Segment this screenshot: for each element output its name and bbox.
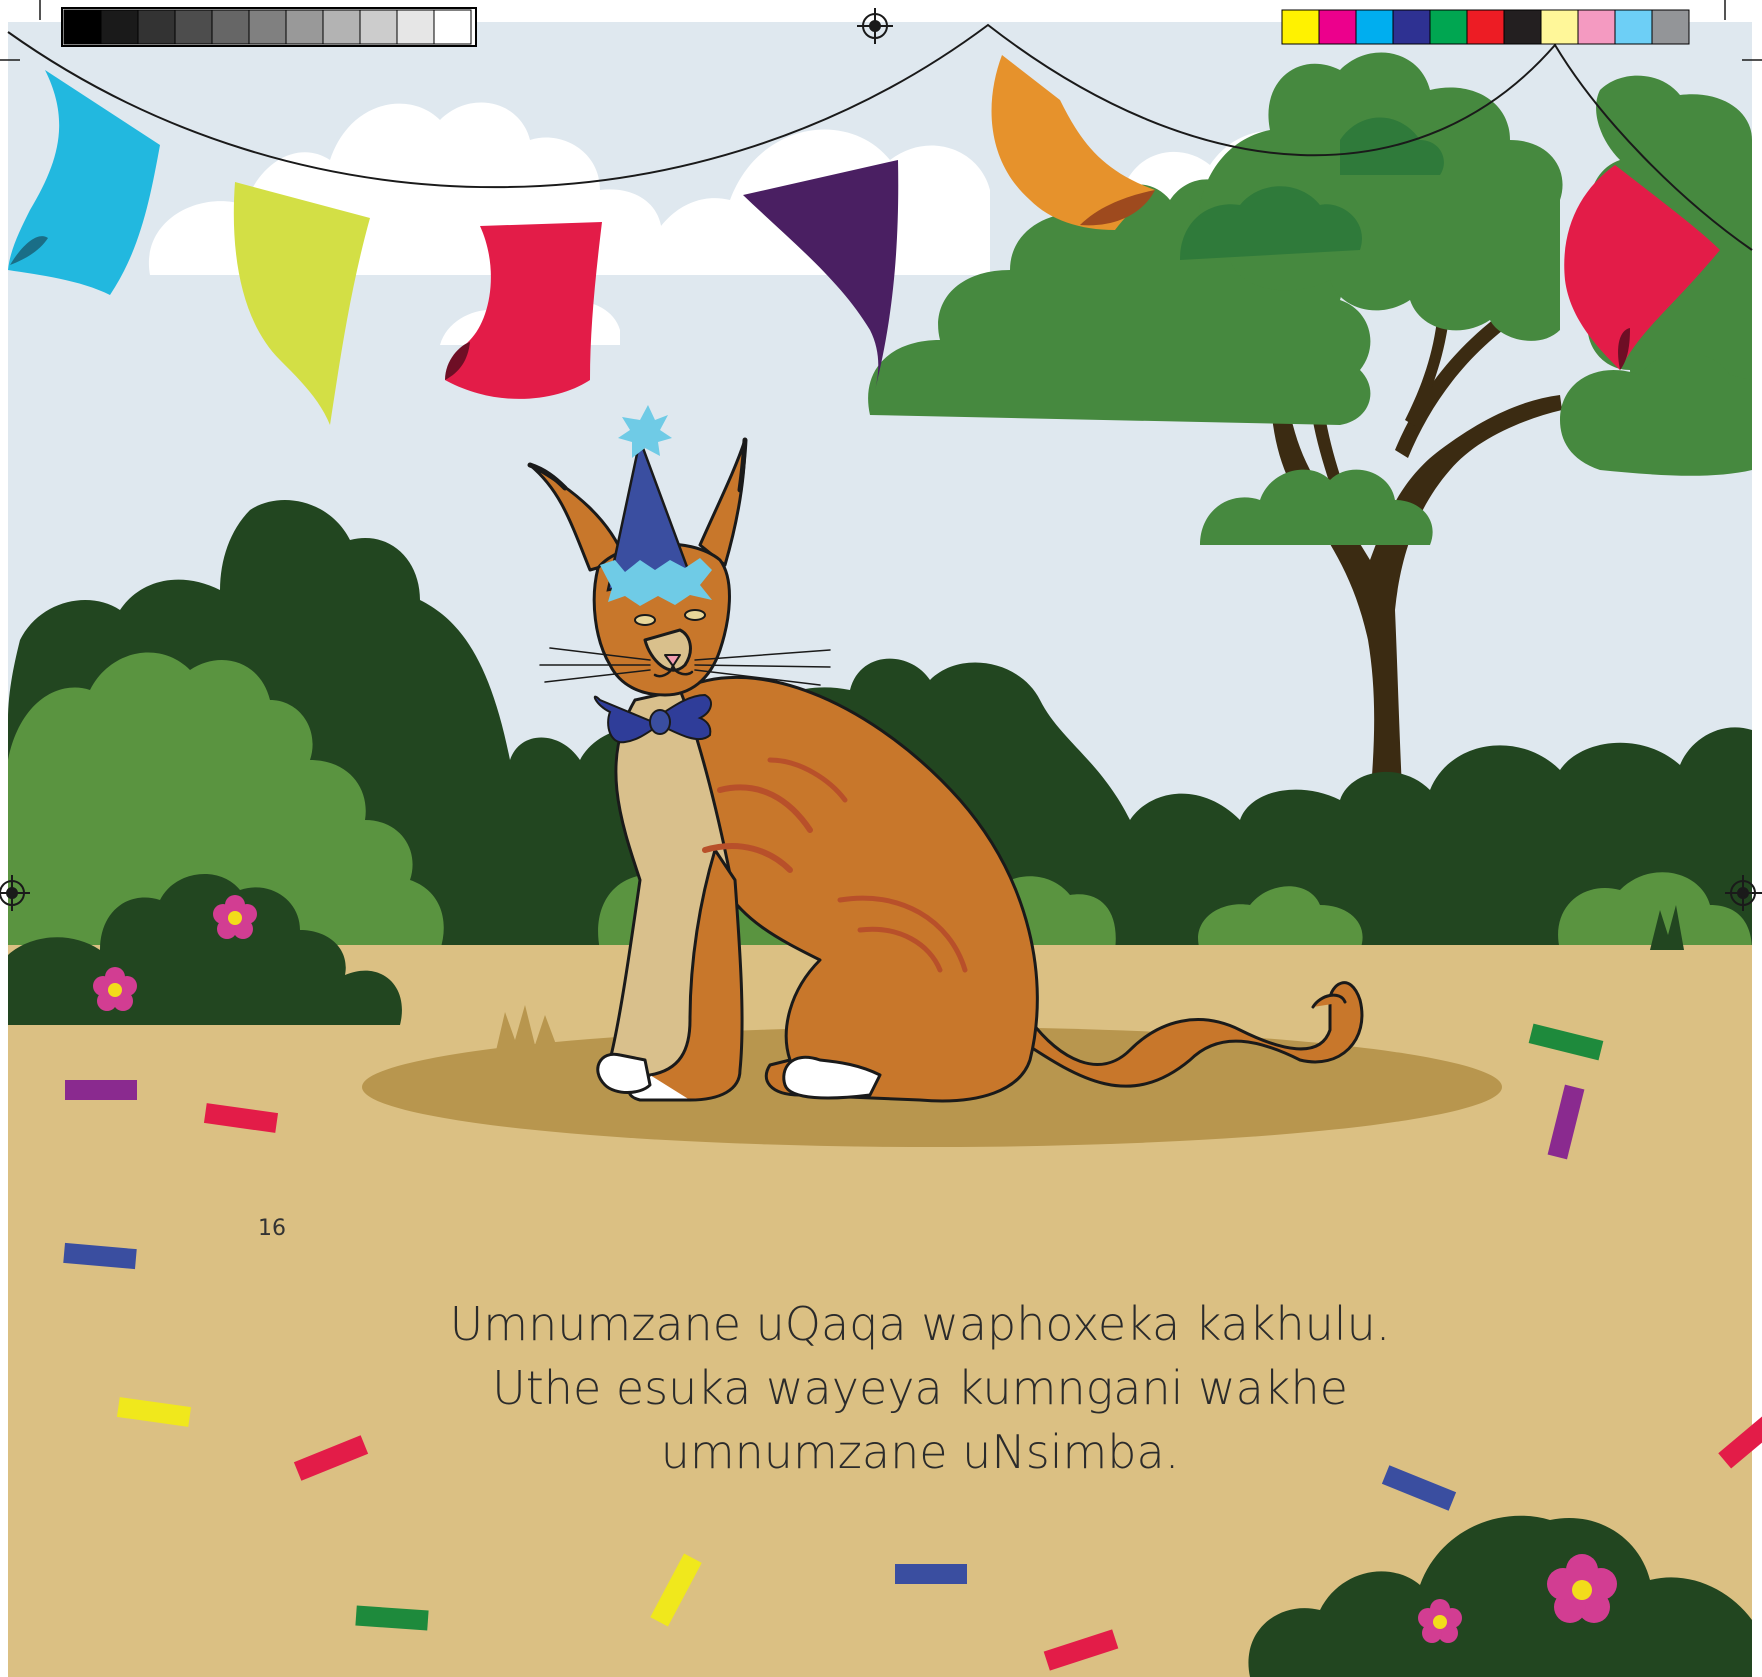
- color-swatch: [1318, 9, 1357, 45]
- gray-swatch: [322, 9, 361, 45]
- gray-swatch: [359, 9, 398, 45]
- color-swatch: [1503, 9, 1542, 45]
- color-swatch: [1577, 9, 1616, 45]
- page-number: 16: [258, 1216, 286, 1241]
- gray-swatch: [396, 9, 435, 45]
- color-swatch: [1540, 9, 1579, 45]
- caption-line-2: Uthe esuka wayeya kumngani wakhe: [492, 1361, 1348, 1415]
- gray-swatch: [248, 9, 287, 45]
- color-swatch: [1281, 9, 1320, 45]
- gray-swatch: [211, 9, 250, 45]
- color-swatch: [1614, 9, 1653, 45]
- gray-swatch: [63, 9, 102, 45]
- color-swatch: [1355, 9, 1394, 45]
- gray-swatch: [433, 9, 472, 45]
- gray-swatch: [285, 9, 324, 45]
- color-swatch: [1392, 9, 1431, 45]
- color-swatch: [1429, 9, 1468, 45]
- caption-line-1: Umnumzane uQaqa waphoxeka kakhulu.: [449, 1297, 1391, 1351]
- color-swatch: [1651, 9, 1690, 45]
- caption-line-3: umnumzane uNsimba.: [660, 1425, 1180, 1479]
- color-swatch: [1466, 9, 1505, 45]
- gray-swatch: [137, 9, 176, 45]
- story-caption: Umnumzane uQaqa waphoxeka kakhulu. Uthe …: [300, 1292, 1540, 1484]
- gray-swatch: [174, 9, 213, 45]
- gray-swatch: [100, 9, 139, 45]
